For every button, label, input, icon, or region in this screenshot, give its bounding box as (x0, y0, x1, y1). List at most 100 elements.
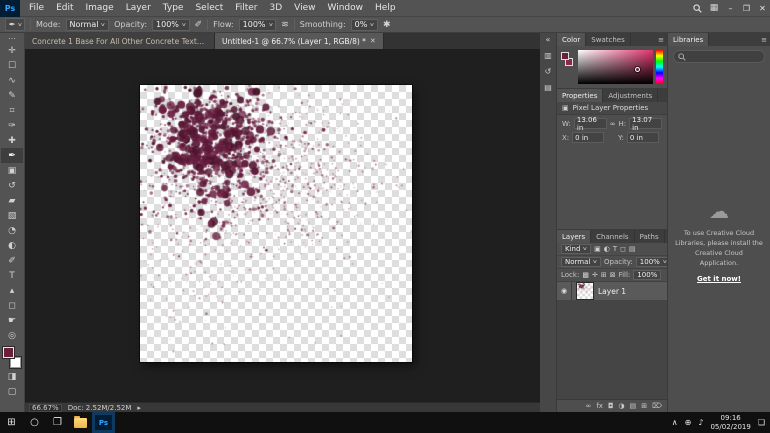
libraries-search-box[interactable] (673, 50, 765, 63)
blend-mode-select[interactable]: Normal ∨ (561, 257, 601, 267)
mode-select[interactable]: Normal ∨ (65, 18, 110, 31)
clone-stamp-tool[interactable]: ▣ (1, 163, 23, 178)
splatter-artwork[interactable] (140, 85, 412, 362)
menu-help[interactable]: Help (369, 0, 402, 17)
eraser-tool[interactable]: ▰ (1, 193, 23, 208)
lock-artboard-icon[interactable]: ⊞ (601, 271, 607, 279)
background-color-swatch[interactable] (10, 357, 21, 368)
blur-tool[interactable]: ◔ (1, 223, 23, 238)
color-swatches-widget[interactable] (2, 346, 22, 369)
search-icon[interactable] (689, 0, 705, 17)
tab-swatches[interactable]: Swatches (586, 33, 631, 46)
document-canvas[interactable] (140, 85, 412, 362)
layer-row-layer-1[interactable]: ◉ Layer 1 (557, 282, 667, 300)
start-button[interactable]: ⊞ (0, 412, 23, 433)
flow-select[interactable]: 100% ∨ (238, 18, 277, 31)
task-view-button[interactable]: ❐ (46, 412, 69, 433)
eyedropper-tool[interactable]: ✑ (1, 118, 23, 133)
close-button[interactable]: ✕ (755, 0, 770, 17)
tab-properties[interactable]: Properties (557, 89, 604, 102)
kind-filter-select[interactable]: Kind ∨ (561, 244, 592, 254)
zoom-tool[interactable]: ◎ (1, 328, 23, 343)
file-explorer-button[interactable] (69, 412, 92, 433)
new-group-icon[interactable]: ▤ (630, 402, 637, 410)
screen-mode-button[interactable]: ▢ (1, 384, 23, 399)
history-brush-tool[interactable]: ↺ (1, 178, 23, 193)
menu-window[interactable]: Window (322, 0, 370, 17)
tray-chevron-icon[interactable]: ∧ (672, 418, 678, 427)
tab-close-icon[interactable]: ✕ (370, 37, 376, 45)
get-it-now-link[interactable]: Get it now! (697, 275, 741, 283)
menu-filter[interactable]: Filter (229, 0, 263, 17)
type-tool[interactable]: T (1, 268, 23, 283)
tab-layers[interactable]: Layers (557, 230, 592, 243)
lock-transparency-icon[interactable]: ▩ (582, 271, 589, 279)
mini-foreground-swatch[interactable] (561, 52, 569, 60)
network-icon[interactable]: ⊕ (685, 418, 692, 427)
menu-view[interactable]: View (288, 0, 321, 17)
quick-selection-tool[interactable]: ✎ (1, 88, 23, 103)
photoshop-taskbar-button[interactable]: Ps (92, 412, 115, 433)
add-mask-icon[interactable]: ◘ (608, 402, 614, 410)
cortana-search-button[interactable]: ○ (23, 412, 46, 433)
zoom-level-field[interactable]: 66.67% (29, 403, 62, 412)
layer-visibility-eye-icon[interactable]: ◉ (557, 282, 572, 300)
menu-type[interactable]: Type (157, 0, 190, 17)
taskbar-clock[interactable]: 09:16 05/02/2019 (710, 414, 750, 431)
shape-tool[interactable]: ◻ (1, 298, 23, 313)
link-dimensions-icon[interactable]: ∞ (610, 120, 616, 128)
healing-brush-tool[interactable]: ✚ (1, 133, 23, 148)
layers-opacity-select[interactable]: 100% ∨ (635, 257, 667, 267)
menu-select[interactable]: Select (189, 0, 229, 17)
mini-color-swatches[interactable] (561, 50, 575, 84)
marquee-tool[interactable]: ☐ (1, 58, 23, 73)
menu-file[interactable]: File (23, 0, 50, 17)
menu-image[interactable]: Image (80, 0, 120, 17)
status-chevron-icon[interactable]: ▸ (137, 404, 141, 412)
smoothing-options-gear-icon[interactable]: ✱ (383, 20, 391, 30)
hand-tool[interactable]: ☛ (1, 313, 23, 328)
width-field[interactable]: 13.06 in (573, 116, 607, 132)
brush-preset-picker[interactable]: ✒ ∨ (5, 18, 25, 31)
panel-menu-icon[interactable]: ≡ (655, 33, 667, 46)
height-field[interactable]: 13.07 in (629, 116, 662, 132)
layer-style-fx-icon[interactable]: fx (596, 402, 603, 410)
tab-channels[interactable]: Channels (591, 230, 635, 243)
fill-select[interactable]: 100% (633, 270, 662, 280)
tab-concrete-document[interactable]: Concrete 1 Base For All Other Concrete T… (25, 33, 215, 49)
path-selection-tool[interactable]: ▴ (1, 283, 23, 298)
tab-color[interactable]: Color (557, 33, 587, 46)
dock-panel-icon-1[interactable]: ▥ (544, 51, 552, 60)
filter-adjustment-icon[interactable]: ◐ (604, 245, 610, 253)
y-field[interactable]: 0 in (626, 132, 659, 143)
filter-smart-object-icon[interactable]: ▤ (629, 245, 636, 253)
smoothing-select[interactable]: 0% ∨ (350, 18, 379, 31)
lasso-tool[interactable]: ∿ (1, 73, 23, 88)
airbrush-icon[interactable]: ≋ (281, 20, 289, 30)
dodge-tool[interactable]: ◐ (1, 238, 23, 253)
filter-type-icon[interactable]: T (613, 245, 617, 253)
foreground-color-swatch[interactable] (3, 347, 14, 358)
pressure-opacity-icon[interactable]: ✐ (195, 20, 203, 30)
notification-center-icon[interactable]: ❏ (758, 418, 765, 427)
maximize-button[interactable]: ❐ (739, 0, 754, 17)
layer-thumbnail[interactable] (576, 282, 594, 300)
crop-tool[interactable]: ⌗ (1, 103, 23, 118)
dock-panel-icon-3[interactable]: ▤ (544, 83, 552, 92)
x-field[interactable]: 0 in (572, 132, 605, 143)
panel-menu-icon[interactable]: ≡ (758, 33, 770, 46)
menu-edit[interactable]: Edit (50, 0, 79, 17)
menu-3d[interactable]: 3D (264, 0, 289, 17)
minimize-button[interactable]: – (723, 0, 738, 17)
gradient-tool[interactable]: ▧ (1, 208, 23, 223)
tab-adjustments[interactable]: Adjustments (603, 89, 659, 102)
canvas-pasteboard[interactable] (25, 49, 540, 402)
layer-name[interactable]: Layer 1 (598, 287, 626, 296)
hue-slider[interactable] (656, 50, 663, 84)
toolbar-ellipsis-icon[interactable]: ⋯ (1, 34, 23, 43)
tab-paths[interactable]: Paths (635, 230, 665, 243)
opacity-select[interactable]: 100% ∨ (152, 18, 190, 31)
delete-layer-icon[interactable]: ⌦ (652, 402, 662, 410)
link-layers-icon[interactable]: ∞ (585, 402, 591, 410)
pen-tool[interactable]: ✐ (1, 253, 23, 268)
